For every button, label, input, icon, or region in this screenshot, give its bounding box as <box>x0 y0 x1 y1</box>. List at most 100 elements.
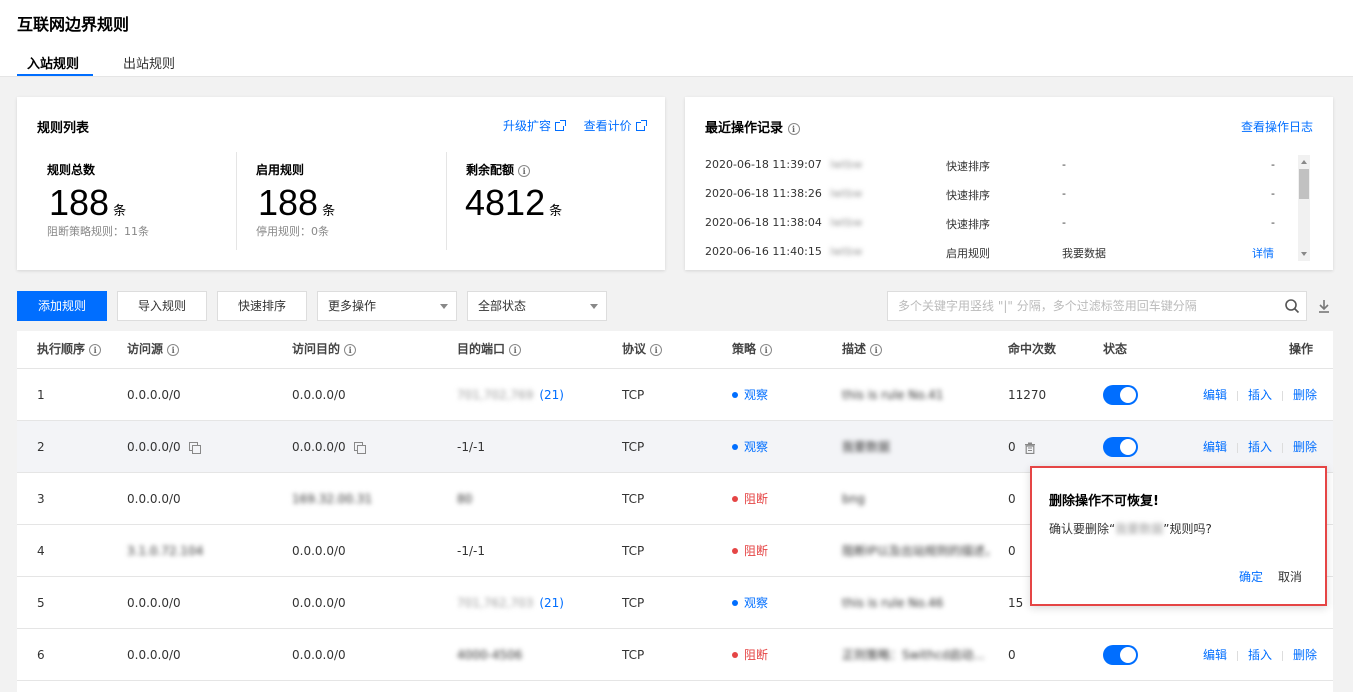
table-row: 1 0.0.0.0/0 0.0.0.0/0 701,702,769 (21) TC… <box>17 369 1333 421</box>
cell-protocol: TCP <box>622 596 645 610</box>
info-icon[interactable]: i <box>518 164 531 177</box>
delete-link[interactable]: 删除 <box>1293 440 1317 454</box>
cancel-button[interactable]: 取消 <box>1278 568 1302 585</box>
copy-icon[interactable] <box>188 442 201 454</box>
cell-desc: 我要数据 <box>842 440 891 454</box>
status-filter-label: 全部状态 <box>478 299 527 313</box>
row-ops: 编辑 插入 删除 <box>1203 629 1317 681</box>
cell-protocol: TCP <box>622 544 645 558</box>
cell-port: 701,762,703 (21) <box>457 596 564 610</box>
info-icon[interactable]: i <box>870 343 883 356</box>
insert-link[interactable]: 插入 <box>1248 648 1272 662</box>
delete-confirm-popover: 删除操作不可恢复! 确认要删除“我要数据”规则吗? 确定 取消 <box>1030 466 1327 606</box>
insert-link[interactable]: 插入 <box>1248 440 1272 454</box>
download-icon[interactable] <box>1316 298 1332 314</box>
more-actions-label: 更多操作 <box>328 299 377 313</box>
pricing-link[interactable]: 查看计价 <box>584 119 632 133</box>
page-header: 互联网边界规则 入站规则 出站规则 <box>0 0 1353 77</box>
quick-sort-button[interactable]: 快速排序 <box>217 291 307 321</box>
status-dot <box>732 599 738 606</box>
cell-strategy: 阻断 <box>732 473 768 525</box>
rules-card-title: 规则列表 <box>37 121 90 136</box>
copy-icon[interactable] <box>353 442 366 454</box>
log-scrollbar[interactable] <box>1298 155 1310 261</box>
divider <box>236 152 237 250</box>
caret-down-icon <box>590 304 598 309</box>
active-tab-indicator <box>17 74 93 76</box>
cell-dest: 0.0.0.0/0 <box>292 596 346 610</box>
cell-order: 3 <box>37 492 45 506</box>
status-filter-dropdown[interactable]: 全部状态 <box>467 291 607 321</box>
status-toggle[interactable] <box>1103 385 1138 405</box>
info-icon[interactable]: i <box>89 343 102 356</box>
status-dot <box>732 391 738 398</box>
tab-outbound[interactable]: 出站规则 <box>123 53 175 72</box>
info-icon[interactable]: i <box>760 343 773 356</box>
cell-protocol: TCP <box>622 388 645 402</box>
delete-link[interactable]: 删除 <box>1293 388 1317 402</box>
info-icon[interactable]: i <box>650 343 663 356</box>
divider <box>446 152 447 250</box>
cell-hits: 0 <box>1008 648 1016 662</box>
cell-desc: bng <box>842 492 865 506</box>
external-link-icon <box>635 120 647 131</box>
stat-label: 启用规则 <box>256 163 305 177</box>
cell-dest: 169.32.00.31 <box>292 492 373 506</box>
edit-link[interactable]: 编辑 <box>1203 648 1227 662</box>
info-icon[interactable]: i <box>509 343 522 356</box>
col-port: 目的端口 i <box>457 331 522 368</box>
cell-port: 80 <box>457 492 473 506</box>
status-toggle[interactable] <box>1103 645 1138 665</box>
search-icon[interactable] <box>1284 298 1300 314</box>
port-count-link[interactable]: (21) <box>539 596 564 610</box>
col-protocol: 协议 i <box>622 331 663 368</box>
log-row: 2020-06-18 11:38:04 lwtbw 快速排序 - - <box>705 216 1275 231</box>
cell-source: 0.0.0.0/0 <box>127 421 201 473</box>
cell-strategy: 观察 <box>732 421 768 473</box>
rules-summary-card: 规则列表 升级扩容 查看计价 规则总数 188 条 阻断策略规则：11条 启用规则… <box>17 97 665 270</box>
col-hits: 命中次数 <box>1008 342 1057 356</box>
cell-source: 0.0.0.0/0 <box>127 648 181 662</box>
confirm-button[interactable]: 确定 <box>1239 568 1263 585</box>
cell-strategy: 观察 <box>732 577 768 629</box>
upgrade-link[interactable]: 升级扩容 <box>503 119 551 133</box>
cell-strategy: 阻断 <box>732 629 768 681</box>
import-rule-button[interactable]: 导入规则 <box>117 291 207 321</box>
search-input[interactable] <box>887 291 1307 321</box>
cell-order: 6 <box>37 648 45 662</box>
col-desc: 描述 i <box>842 331 883 368</box>
log-row: 2020-06-18 11:39:07 lwtbw 快速排序 - - <box>705 158 1275 173</box>
col-order: 执行顺序 i <box>37 331 102 368</box>
more-actions-dropdown[interactable]: 更多操作 <box>317 291 457 321</box>
cell-hits: 11270 <box>1008 388 1047 402</box>
stat-total-rules: 规则总数 188 条 阻断策略规则：11条 <box>37 157 237 252</box>
cell-order: 4 <box>37 544 45 558</box>
edit-link[interactable]: 编辑 <box>1203 440 1227 454</box>
clear-count-icon[interactable] <box>1024 442 1036 454</box>
table-row: 6 0.0.0.0/0 0.0.0.0/0 4000-4506 TCP 阻断 正… <box>17 629 1333 681</box>
row-ops: 编辑 插入 删除 <box>1203 369 1317 421</box>
col-dest: 访问目的 i <box>292 331 357 368</box>
view-log-link[interactable]: 查看操作日志 <box>1241 118 1313 135</box>
cell-port: 4000-4506 <box>457 648 523 662</box>
cell-desc: 正则策略：Swithcd启动... <box>842 648 985 662</box>
info-icon[interactable]: i <box>344 343 357 356</box>
caret-down-icon <box>440 304 448 309</box>
cell-port: 701,702,769 (21) <box>457 388 564 402</box>
detail-link[interactable]: 详情 <box>1252 245 1274 261</box>
delete-link[interactable]: 删除 <box>1293 648 1317 662</box>
status-toggle[interactable] <box>1103 437 1138 457</box>
insert-link[interactable]: 插入 <box>1248 388 1272 402</box>
stat-label: 剩余配额 i <box>466 161 531 178</box>
info-icon[interactable]: i <box>167 343 180 356</box>
edit-link[interactable]: 编辑 <box>1203 388 1227 402</box>
cell-desc: this is rule No.46 <box>842 596 944 610</box>
status-dot <box>732 443 738 450</box>
add-rule-button[interactable]: 添加规则 <box>17 291 107 321</box>
cell-order: 2 <box>37 440 45 454</box>
info-icon[interactable]: i <box>787 122 800 135</box>
col-strategy: 策略 i <box>732 331 773 368</box>
tab-inbound[interactable]: 入站规则 <box>27 53 79 72</box>
cell-order: 1 <box>37 388 45 402</box>
port-count-link[interactable]: (21) <box>539 388 564 402</box>
